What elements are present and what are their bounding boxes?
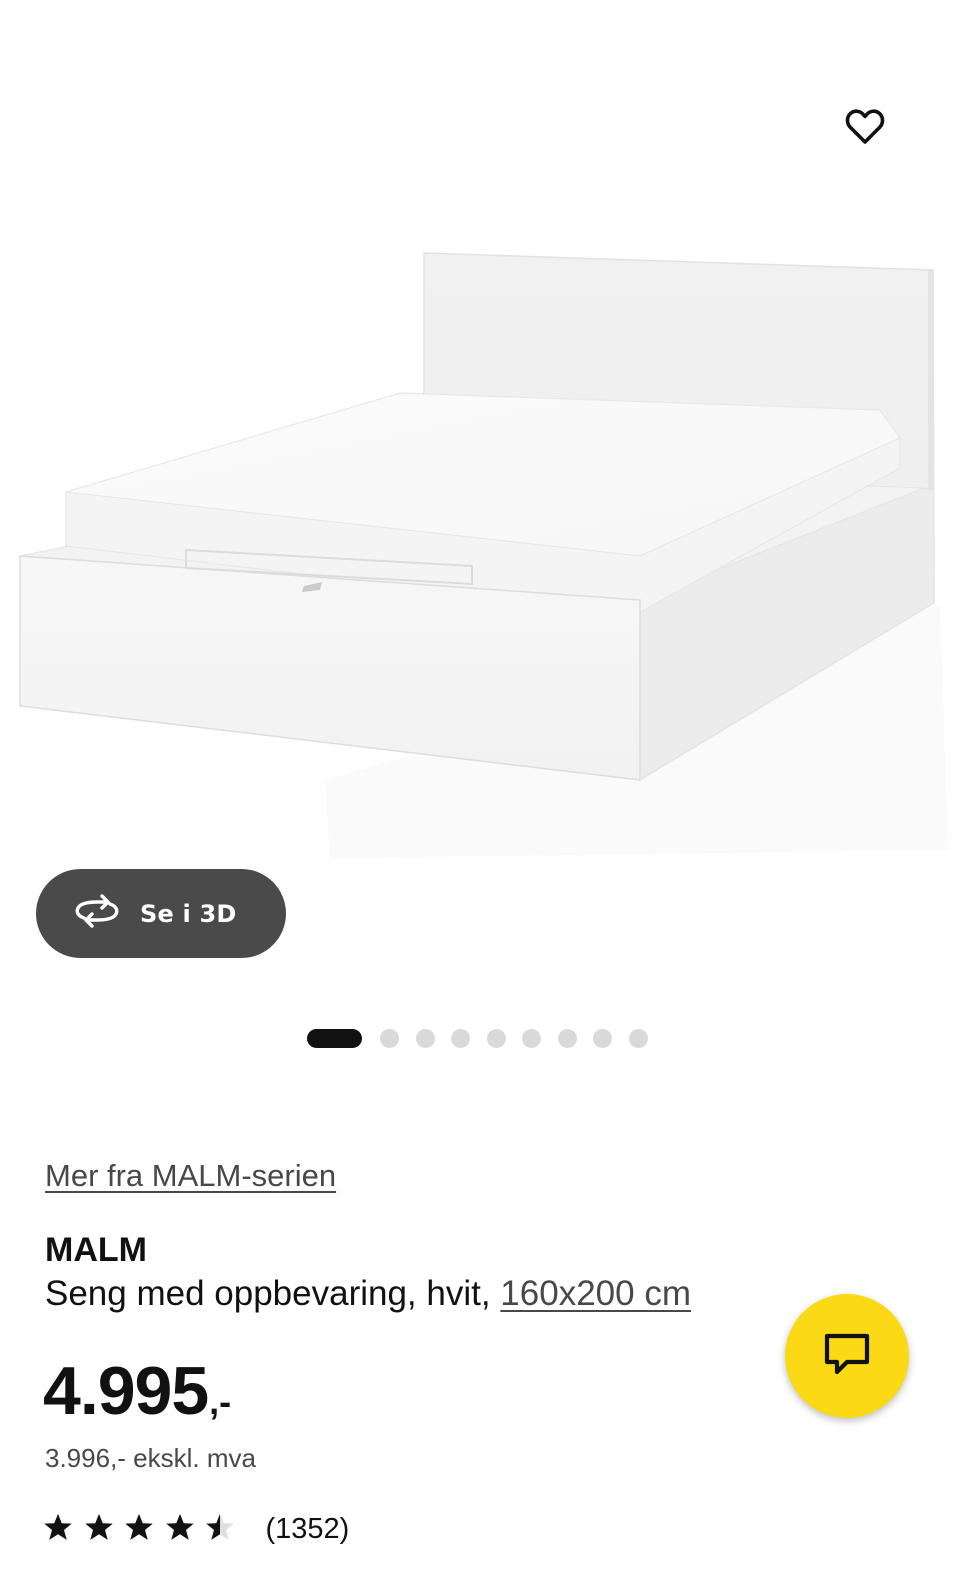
bed-illustration (19, 252, 948, 858)
carousel-dot-2[interactable] (380, 1029, 399, 1048)
image-carousel-indicator[interactable] (307, 1029, 664, 1048)
half-star-icon (205, 1512, 246, 1547)
product-image[interactable] (0, 0, 960, 1000)
price-amount: 4.995 (43, 1353, 209, 1429)
carousel-dot-5[interactable] (486, 1029, 506, 1048)
product-size-link[interactable]: 160x200 cm (500, 1274, 691, 1313)
product-name: MALM (45, 1231, 147, 1269)
carousel-dot-7[interactable] (557, 1029, 577, 1048)
chat-button[interactable] (785, 1294, 909, 1418)
rotate-3d-icon (74, 894, 120, 933)
product-rating[interactable]: (1352) (43, 1512, 349, 1547)
series-link[interactable]: Mer fra MALM-serien (45, 1158, 336, 1194)
star-icon (124, 1512, 165, 1547)
star-icon (84, 1512, 125, 1547)
price-excluding-vat: 3.996,- ekskl. mva (45, 1443, 256, 1473)
carousel-dot-6[interactable] (522, 1029, 541, 1048)
carousel-dot-9[interactable] (628, 1029, 648, 1048)
view-in-3d-button[interactable]: Se i 3D (36, 869, 286, 958)
star-icon (43, 1512, 84, 1547)
rating-stars (43, 1512, 246, 1547)
star-icon (165, 1512, 206, 1547)
view-in-3d-label: Se i 3D (140, 899, 237, 928)
carousel-dot-8[interactable] (593, 1029, 612, 1048)
product-description: Seng med oppbevaring, hvit, 160x200 cm (45, 1274, 691, 1314)
heart-icon (845, 108, 885, 150)
chat-bubble-icon (823, 1332, 871, 1381)
price-suffix: ,- (209, 1381, 232, 1422)
carousel-dot-1[interactable] (307, 1029, 362, 1048)
carousel-dot-3[interactable] (415, 1029, 435, 1048)
carousel-dot-4[interactable] (451, 1029, 470, 1048)
favorite-button[interactable] (836, 100, 894, 158)
product-description-text: Seng med oppbevaring, hvit, (45, 1274, 501, 1313)
review-count[interactable]: (1352) (266, 1513, 350, 1546)
product-price: 4.995 ,- (43, 1352, 231, 1430)
